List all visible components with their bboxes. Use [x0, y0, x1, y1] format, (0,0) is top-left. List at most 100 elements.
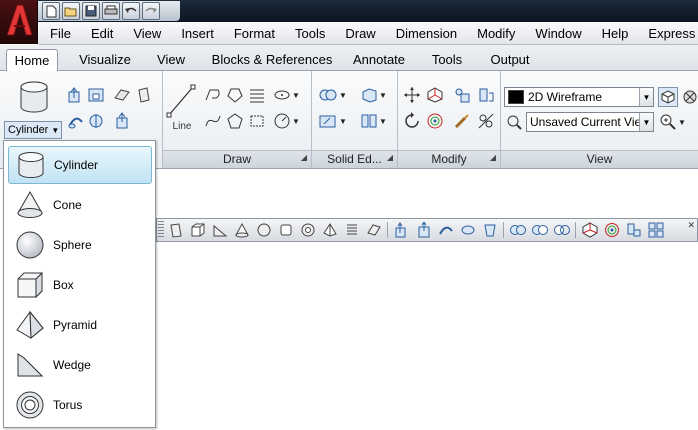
- 3d-array-tool-icon[interactable]: [647, 221, 665, 239]
- x-ray-icon[interactable]: [680, 87, 698, 107]
- cylinder-tool-icon[interactable]: [277, 221, 295, 239]
- separate-icon: [361, 114, 377, 128]
- new-file-icon[interactable]: [42, 2, 60, 20]
- menu-item-pyramid[interactable]: Pyramid: [8, 306, 152, 344]
- loft-icon[interactable]: [112, 111, 132, 131]
- tab-blocks-references[interactable]: Blocks & References: [208, 49, 336, 71]
- toolbar-close-icon[interactable]: ✕: [687, 220, 695, 231]
- circle-dropdown[interactable]: ▼: [273, 84, 300, 106]
- separate-dropdown[interactable]: ▼: [360, 110, 387, 132]
- tab-annotate[interactable]: Annotate: [346, 49, 412, 71]
- visual-style-dropdown-arrow[interactable]: ▼: [639, 88, 653, 106]
- tab-home[interactable]: Home: [6, 49, 58, 72]
- menu-help[interactable]: Help: [592, 26, 639, 41]
- tab-output[interactable]: Output: [482, 49, 538, 71]
- menu-modify[interactable]: Modify: [467, 26, 525, 41]
- menu-item-torus[interactable]: Torus: [8, 386, 152, 424]
- redo-icon[interactable]: [142, 2, 160, 20]
- presspull-tool-icon[interactable]: [415, 221, 433, 239]
- menu-item-cone[interactable]: Cone: [8, 186, 152, 224]
- menu-insert[interactable]: Insert: [171, 26, 224, 41]
- line-icon: [166, 84, 196, 118]
- planar-surface-tool-icon[interactable]: [365, 221, 383, 239]
- tab-tools[interactable]: Tools: [424, 49, 470, 71]
- menu-item-box[interactable]: Box: [8, 266, 152, 304]
- menu-draw[interactable]: Draw: [335, 26, 385, 41]
- 3d-align-icon[interactable]: [452, 85, 472, 105]
- menu-item-wedge[interactable]: Wedge: [8, 346, 152, 384]
- sweep-icon[interactable]: [66, 111, 86, 131]
- draw-panel-launcher-icon[interactable]: ◢: [301, 149, 307, 166]
- 3d-mirror-icon[interactable]: [476, 85, 496, 105]
- line-button[interactable]: Line: [165, 83, 197, 135]
- planar-surface-icon[interactable]: [112, 85, 132, 105]
- menu-window[interactable]: Window: [525, 26, 591, 41]
- modify-panel-launcher-icon[interactable]: ◢: [490, 149, 496, 166]
- menu-edit[interactable]: Edit: [81, 26, 123, 41]
- menu-tools[interactable]: Tools: [285, 26, 335, 41]
- intersect-tool-icon[interactable]: [553, 221, 571, 239]
- arc-dropdown[interactable]: ▼: [273, 110, 300, 132]
- union-tool-icon[interactable]: [509, 221, 527, 239]
- rectangle-icon[interactable]: [247, 111, 267, 131]
- undo-icon[interactable]: [122, 2, 140, 20]
- named-view-combo[interactable]: Unsaved Current Vie ▼: [526, 112, 654, 132]
- primitive-split-button[interactable]: Cylinder ▼: [4, 121, 62, 139]
- named-views-icon[interactable]: [504, 112, 524, 132]
- solid-editing-panel-launcher-icon[interactable]: ◢: [387, 149, 393, 166]
- polyline-icon[interactable]: [203, 85, 223, 105]
- box-tool-icon[interactable]: [189, 221, 207, 239]
- 3d-rotate-tool-icon[interactable]: [603, 221, 621, 239]
- presspull-icon[interactable]: [86, 85, 106, 105]
- 3d-move-icon[interactable]: [425, 85, 445, 105]
- menu-format[interactable]: Format: [224, 26, 285, 41]
- revolve-tool-icon[interactable]: [459, 221, 477, 239]
- tab-visualize[interactable]: Visualize: [70, 49, 140, 71]
- print-icon[interactable]: [102, 2, 120, 20]
- hatch-icon[interactable]: [247, 85, 267, 105]
- pentagon-icon[interactable]: [225, 111, 245, 131]
- menu-file[interactable]: File: [38, 26, 81, 41]
- zoom-dropdown[interactable]: ▼: [659, 111, 686, 133]
- rotate-icon[interactable]: [402, 111, 422, 131]
- open-folder-icon[interactable]: [62, 2, 80, 20]
- helix-tool-icon[interactable]: [343, 221, 361, 239]
- pyramid-tool-icon[interactable]: [321, 221, 339, 239]
- polysolid-icon[interactable]: [134, 85, 154, 105]
- scale-icon[interactable]: [476, 111, 496, 131]
- spline-icon[interactable]: [203, 111, 223, 131]
- extract-edges-dropdown[interactable]: ▼: [360, 84, 387, 106]
- visual-style-combo[interactable]: 2D Wireframe ▼: [504, 87, 654, 107]
- 3d-shaded-icon[interactable]: [658, 87, 678, 107]
- menu-item-sphere[interactable]: Sphere: [8, 226, 152, 264]
- menu-view[interactable]: View: [123, 26, 171, 41]
- polygon-icon[interactable]: [225, 85, 245, 105]
- extrude-icon[interactable]: [66, 85, 86, 105]
- toolbar-grip-handle[interactable]: [158, 221, 164, 239]
- named-view-dropdown-arrow[interactable]: ▼: [639, 113, 653, 131]
- cone-tool-icon[interactable]: [233, 221, 251, 239]
- tab-view[interactable]: View: [150, 49, 192, 71]
- primitive-large-button[interactable]: [6, 77, 62, 117]
- menu-item-cylinder[interactable]: Cylinder: [8, 146, 152, 184]
- application-menu-button[interactable]: [0, 0, 38, 44]
- extrude-tool-icon[interactable]: [393, 221, 411, 239]
- move-icon[interactable]: [402, 85, 422, 105]
- menu-express[interactable]: Express: [638, 26, 698, 41]
- menu-dimension[interactable]: Dimension: [386, 26, 467, 41]
- slice-dropdown[interactable]: ▼: [318, 110, 347, 132]
- save-icon[interactable]: [82, 2, 100, 20]
- fillet-brush-icon[interactable]: [452, 111, 472, 131]
- polysolid-tool-icon[interactable]: [167, 221, 185, 239]
- 3d-align-tool-icon[interactable]: [625, 221, 643, 239]
- torus-tool-icon[interactable]: [299, 221, 317, 239]
- sphere-tool-icon[interactable]: [255, 221, 273, 239]
- revolve-icon[interactable]: [86, 111, 106, 131]
- sweep-tool-icon[interactable]: [437, 221, 455, 239]
- 3d-rotate-icon[interactable]: [425, 111, 445, 131]
- loft-tool-icon[interactable]: [481, 221, 499, 239]
- 3d-move-tool-icon[interactable]: [581, 221, 599, 239]
- subtract-tool-icon[interactable]: [531, 221, 549, 239]
- union-dropdown[interactable]: ▼: [318, 84, 347, 106]
- wedge-tool-icon[interactable]: [211, 221, 229, 239]
